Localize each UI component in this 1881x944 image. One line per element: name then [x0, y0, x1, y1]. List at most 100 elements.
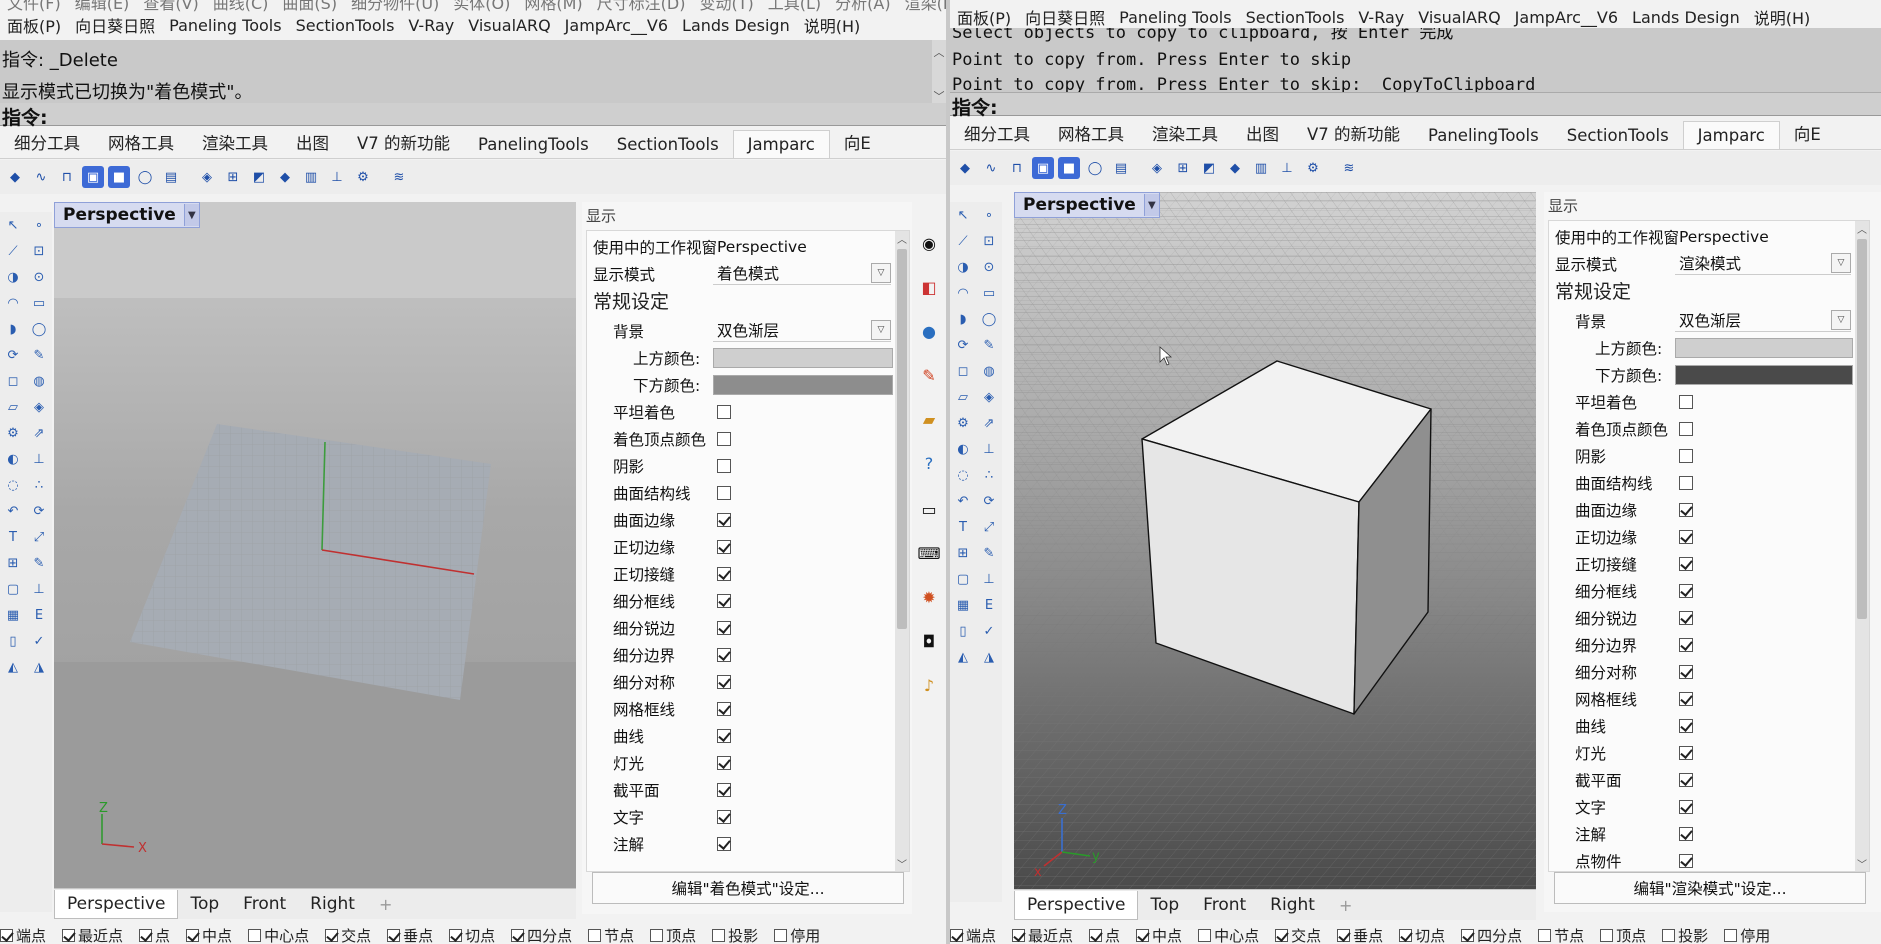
side-tool-icon[interactable]: ✎ — [28, 552, 50, 574]
side-tool-icon[interactable]: ⇗ — [28, 422, 50, 444]
add-viewport-tab[interactable]: + — [367, 895, 404, 914]
setting-checkbox[interactable] — [1679, 421, 1693, 436]
menu-item[interactable]: VisualARQ — [1411, 8, 1507, 27]
toolbar-tab[interactable]: 出图 — [282, 126, 343, 158]
toolbar-tool-icon[interactable]: ≋ — [388, 166, 410, 188]
side-tool-icon[interactable]: ◑ — [952, 256, 974, 278]
osnap-option[interactable]: 投影 — [712, 925, 766, 944]
viewport-tab[interactable]: Front — [231, 894, 298, 914]
osnap-checkbox[interactable] — [1724, 928, 1738, 942]
viewport-tab[interactable]: Perspective — [54, 889, 179, 919]
command-prompt[interactable]: 指令: — [0, 103, 946, 129]
osnap-checkbox[interactable] — [1198, 928, 1212, 942]
toolbar-tab[interactable]: 细分工具 — [950, 117, 1044, 149]
osnap-checkbox[interactable] — [186, 928, 200, 942]
setting-checkbox[interactable] — [1679, 556, 1693, 571]
osnap-option[interactable]: 中心点 — [1198, 925, 1267, 944]
osnap-option[interactable]: 投影 — [1662, 925, 1716, 944]
toolbar-tool-icon[interactable]: ◯ — [134, 166, 156, 188]
toolbar-tool-icon[interactable]: ⊞ — [222, 166, 244, 188]
side-tool-icon[interactable]: ◈ — [978, 386, 1000, 408]
side-tool-icon[interactable]: ✎ — [978, 542, 1000, 564]
setting-checkbox[interactable] — [717, 701, 731, 716]
osnap-option[interactable]: 最近点 — [62, 925, 131, 944]
osnap-checkbox[interactable] — [1275, 928, 1289, 942]
toolbar-tab[interactable]: V7 的新功能 — [1293, 117, 1414, 149]
side-tool-icon[interactable]: ⚙ — [952, 412, 974, 434]
top-color-swatch[interactable] — [1675, 338, 1853, 358]
osnap-checkbox[interactable] — [650, 928, 664, 942]
setting-checkbox[interactable] — [717, 782, 731, 797]
osnap-option[interactable]: 交点 — [325, 925, 379, 944]
side-tool-icon[interactable]: ∘ — [28, 214, 50, 236]
toolbar-tool-icon[interactable]: ◆ — [4, 166, 26, 188]
osnap-checkbox[interactable] — [139, 928, 153, 942]
scroll-up-icon[interactable]: ︿ — [932, 44, 946, 60]
setting-checkbox[interactable] — [717, 593, 731, 608]
chevron-down-icon[interactable]: ▽ — [871, 263, 891, 283]
viewport-tab[interactable]: Top — [178, 894, 231, 914]
side-tool-icon[interactable]: ✓ — [978, 620, 1000, 642]
osnap-option[interactable]: 点 — [1089, 925, 1128, 944]
side-tool-icon[interactable]: ◻ — [952, 360, 974, 382]
toolbar-tab[interactable]: SectionTools — [1553, 122, 1683, 149]
setting-checkbox[interactable] — [1679, 448, 1693, 463]
toolbar-tool-icon[interactable]: ▤ — [160, 166, 182, 188]
toolbar-tool-icon[interactable]: ▣ — [1032, 157, 1054, 179]
side-tool-icon[interactable]: ◮ — [28, 656, 50, 678]
toolbar-tab[interactable]: PanelingTools — [464, 131, 603, 158]
osnap-option[interactable]: 最近点 — [1012, 925, 1081, 944]
toolbar-tab[interactable]: 渲染工具 — [1138, 117, 1232, 149]
setting-checkbox[interactable] — [717, 404, 731, 419]
menu-item[interactable]: 渲染(R) — [898, 0, 946, 14]
background-select[interactable]: 双色渐层 ▽ — [1675, 309, 1851, 332]
menu-item[interactable]: 向日葵日照 — [1018, 5, 1112, 29]
menu-item[interactable]: 查看(V) — [136, 0, 205, 14]
color-wheel-icon[interactable]: ◉ — [918, 232, 940, 254]
toolbar-tool-icon[interactable]: ◆ — [1224, 157, 1246, 179]
toolbar-tab[interactable]: V7 的新功能 — [343, 126, 464, 158]
setting-checkbox[interactable] — [1679, 502, 1693, 517]
add-viewport-tab[interactable]: + — [1327, 896, 1364, 915]
toolbar-tool-icon[interactable]: ⊓ — [1006, 157, 1028, 179]
material-icon[interactable]: ◧ — [918, 276, 940, 298]
menu-item[interactable]: JampArc__V6 — [558, 16, 675, 35]
osnap-checkbox[interactable] — [712, 928, 726, 942]
setting-checkbox[interactable] — [717, 539, 731, 554]
toolbar-tool-icon[interactable]: ⚙ — [1302, 157, 1324, 179]
osnap-checkbox[interactable] — [511, 928, 525, 942]
setting-checkbox[interactable] — [1679, 718, 1693, 733]
viewport-title[interactable]: Perspective ▼ — [54, 202, 200, 228]
sun-icon[interactable]: ✹ — [918, 586, 940, 608]
osnap-option[interactable]: 切点 — [1399, 925, 1453, 944]
menu-item[interactable]: 说明(H) — [1747, 5, 1818, 29]
menu-item[interactable]: SectionTools — [1239, 8, 1352, 27]
toolbar-tab[interactable]: PanelingTools — [1414, 122, 1553, 149]
toolbar-tool-icon[interactable]: ⊥ — [326, 166, 348, 188]
setting-checkbox[interactable] — [1679, 826, 1693, 841]
side-tool-icon[interactable]: ⟳ — [28, 500, 50, 522]
display-mode-select[interactable]: 着色模式 ▽ — [713, 262, 891, 285]
menu-item[interactable]: 面板(P) — [0, 13, 68, 37]
setting-checkbox[interactable] — [1679, 772, 1693, 787]
setting-checkbox[interactable] — [1679, 394, 1693, 409]
keyboard-icon[interactable]: ⌨ — [917, 542, 940, 564]
setting-checkbox[interactable] — [717, 485, 731, 500]
side-tool-icon[interactable]: ⟳ — [2, 344, 24, 366]
osnap-option[interactable]: 节点 — [588, 925, 642, 944]
toolbar-tool-icon[interactable]: ▥ — [300, 166, 322, 188]
toolbar-tool-icon[interactable]: ∿ — [980, 157, 1002, 179]
edit-mode-settings-button[interactable]: 编辑"着色模式"设定... — [592, 872, 904, 904]
osnap-option[interactable]: 垂点 — [1337, 925, 1391, 944]
side-tool-icon[interactable]: ↖ — [952, 204, 974, 226]
setting-checkbox[interactable] — [1679, 799, 1693, 814]
osnap-option[interactable]: 中点 — [1136, 925, 1190, 944]
side-tool-icon[interactable]: ◐ — [2, 448, 24, 470]
toolbar-tool-icon[interactable]: ▣ — [82, 166, 104, 188]
osnap-checkbox[interactable] — [62, 928, 76, 942]
scroll-up-icon[interactable]: ︿ — [895, 231, 909, 246]
menu-item[interactable]: 曲线(C) — [206, 0, 276, 14]
top-color-swatch[interactable] — [713, 348, 893, 368]
side-tool-icon[interactable]: ⚙ — [2, 422, 24, 444]
side-tool-icon[interactable]: ✎ — [978, 334, 1000, 356]
